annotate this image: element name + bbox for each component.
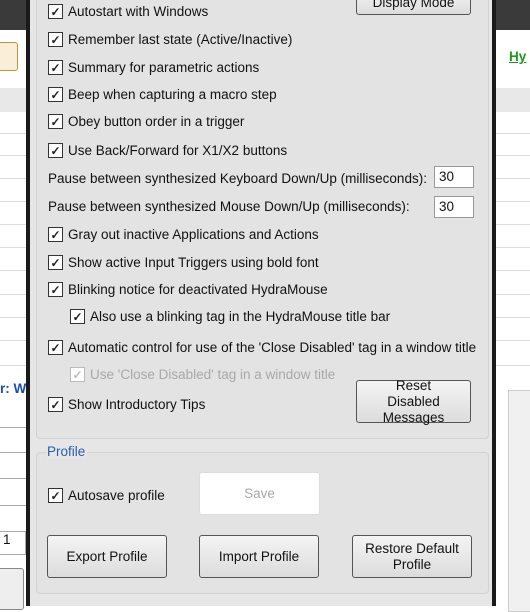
blinking-tag-checkbox[interactable]: ✓ Also use a blinking tag in the HydraMou… bbox=[70, 309, 390, 324]
reset-disabled-messages-button[interactable]: Reset Disabled Messages bbox=[356, 378, 471, 425]
checkbox-label: Also use a blinking tag in the HydraMous… bbox=[90, 309, 391, 324]
checkbox-label: Remember last state (Active/Inactive) bbox=[68, 32, 293, 47]
summary-checkbox[interactable]: ✓ Summary for parametric actions bbox=[48, 60, 259, 75]
autosave-checkbox[interactable]: ✓ Autosave profile bbox=[48, 488, 165, 503]
checkbox-label: Beep when capturing a macro step bbox=[68, 87, 277, 102]
check-icon: ✓ bbox=[48, 227, 63, 242]
checkbox-label: Autosave profile bbox=[68, 488, 165, 503]
autostart-checkbox[interactable]: ✓ Autostart with Windows bbox=[48, 4, 208, 19]
mouse-pause-label: Pause between synthesized Mouse Down/Up … bbox=[48, 199, 410, 214]
check-icon: ✓ bbox=[48, 32, 63, 47]
back-forward-checkbox[interactable]: ✓ Use Back/Forward for X1/X2 buttons bbox=[48, 143, 287, 158]
background-right-panel bbox=[508, 390, 530, 612]
checkbox-label: Blinking notice for deactivated HydraMou… bbox=[68, 282, 328, 297]
background-link[interactable]: Hy bbox=[509, 49, 526, 64]
remember-state-checkbox[interactable]: ✓ Remember last state (Active/Inactive) bbox=[48, 32, 292, 47]
checkbox-label: Automatic control for use of the 'Close … bbox=[68, 340, 477, 355]
auto-close-disabled-checkbox[interactable]: ✓ Automatic control for use of the 'Close… bbox=[48, 340, 476, 355]
checkbox-label: Gray out inactive Applications and Actio… bbox=[68, 227, 319, 242]
checkbox-label: Summary for parametric actions bbox=[68, 60, 260, 75]
bold-font-checkbox[interactable]: ✓ Show active Input Triggers using bold f… bbox=[48, 255, 319, 270]
keyboard-pause-input[interactable]: 30 bbox=[434, 166, 474, 188]
check-icon: ✓ bbox=[48, 488, 63, 503]
keyboard-pause-label: Pause between synthesized Keyboard Down/… bbox=[48, 171, 427, 186]
check-icon: ✓ bbox=[48, 143, 63, 158]
check-icon: ✓ bbox=[48, 4, 63, 19]
checkbox-label: Obey button order in a trigger bbox=[68, 114, 245, 129]
background-field[interactable] bbox=[0, 427, 28, 453]
background-field[interactable] bbox=[0, 478, 28, 506]
check-icon: ✓ bbox=[48, 255, 63, 270]
check-icon: ✓ bbox=[48, 87, 63, 102]
checkbox-label: Use 'Close Disabled' tag in a window tit… bbox=[90, 367, 336, 382]
check-icon: ✓ bbox=[48, 340, 63, 355]
background-orange-button[interactable] bbox=[0, 42, 18, 71]
beep-checkbox[interactable]: ✓ Beep when capturing a macro step bbox=[48, 87, 277, 102]
checkbox-label: Autostart with Windows bbox=[68, 4, 209, 19]
background-label: r: W bbox=[0, 381, 27, 396]
background-field[interactable]: 1 bbox=[0, 531, 26, 555]
check-icon: ✓ bbox=[70, 367, 85, 382]
obey-order-checkbox[interactable]: ✓ Obey button order in a trigger bbox=[48, 114, 244, 129]
import-profile-button[interactable]: Import Profile bbox=[199, 535, 319, 578]
restore-default-profile-button[interactable]: Restore Default Profile bbox=[352, 535, 472, 578]
mouse-pause-input[interactable]: 30 bbox=[434, 196, 474, 218]
export-profile-button[interactable]: Export Profile bbox=[47, 535, 167, 578]
check-icon: ✓ bbox=[48, 114, 63, 129]
save-button[interactable]: Save bbox=[199, 472, 320, 515]
use-close-disabled-checkbox[interactable]: ✓ Use 'Close Disabled' tag in a window ti… bbox=[70, 367, 335, 382]
checkbox-label: Show active Input Triggers using bold fo… bbox=[68, 255, 319, 270]
checkbox-label: Show Introductory Tips bbox=[68, 397, 206, 412]
gray-out-checkbox[interactable]: ✓ Gray out inactive Applications and Acti… bbox=[48, 227, 319, 242]
intro-tips-checkbox[interactable]: ✓ Show Introductory Tips bbox=[48, 397, 205, 412]
check-icon: ✓ bbox=[70, 309, 85, 324]
profile-title: Profile bbox=[47, 444, 88, 459]
check-icon: ✓ bbox=[48, 60, 63, 75]
blinking-notice-checkbox[interactable]: ✓ Blinking notice for deactivated HydraMo… bbox=[48, 282, 328, 297]
check-icon: ✓ bbox=[48, 282, 63, 297]
checkbox-label: Use Back/Forward for X1/X2 buttons bbox=[68, 143, 288, 158]
check-icon: ✓ bbox=[48, 397, 63, 412]
top-button[interactable]: Display Mode bbox=[356, 0, 471, 15]
background-button[interactable] bbox=[0, 568, 24, 610]
